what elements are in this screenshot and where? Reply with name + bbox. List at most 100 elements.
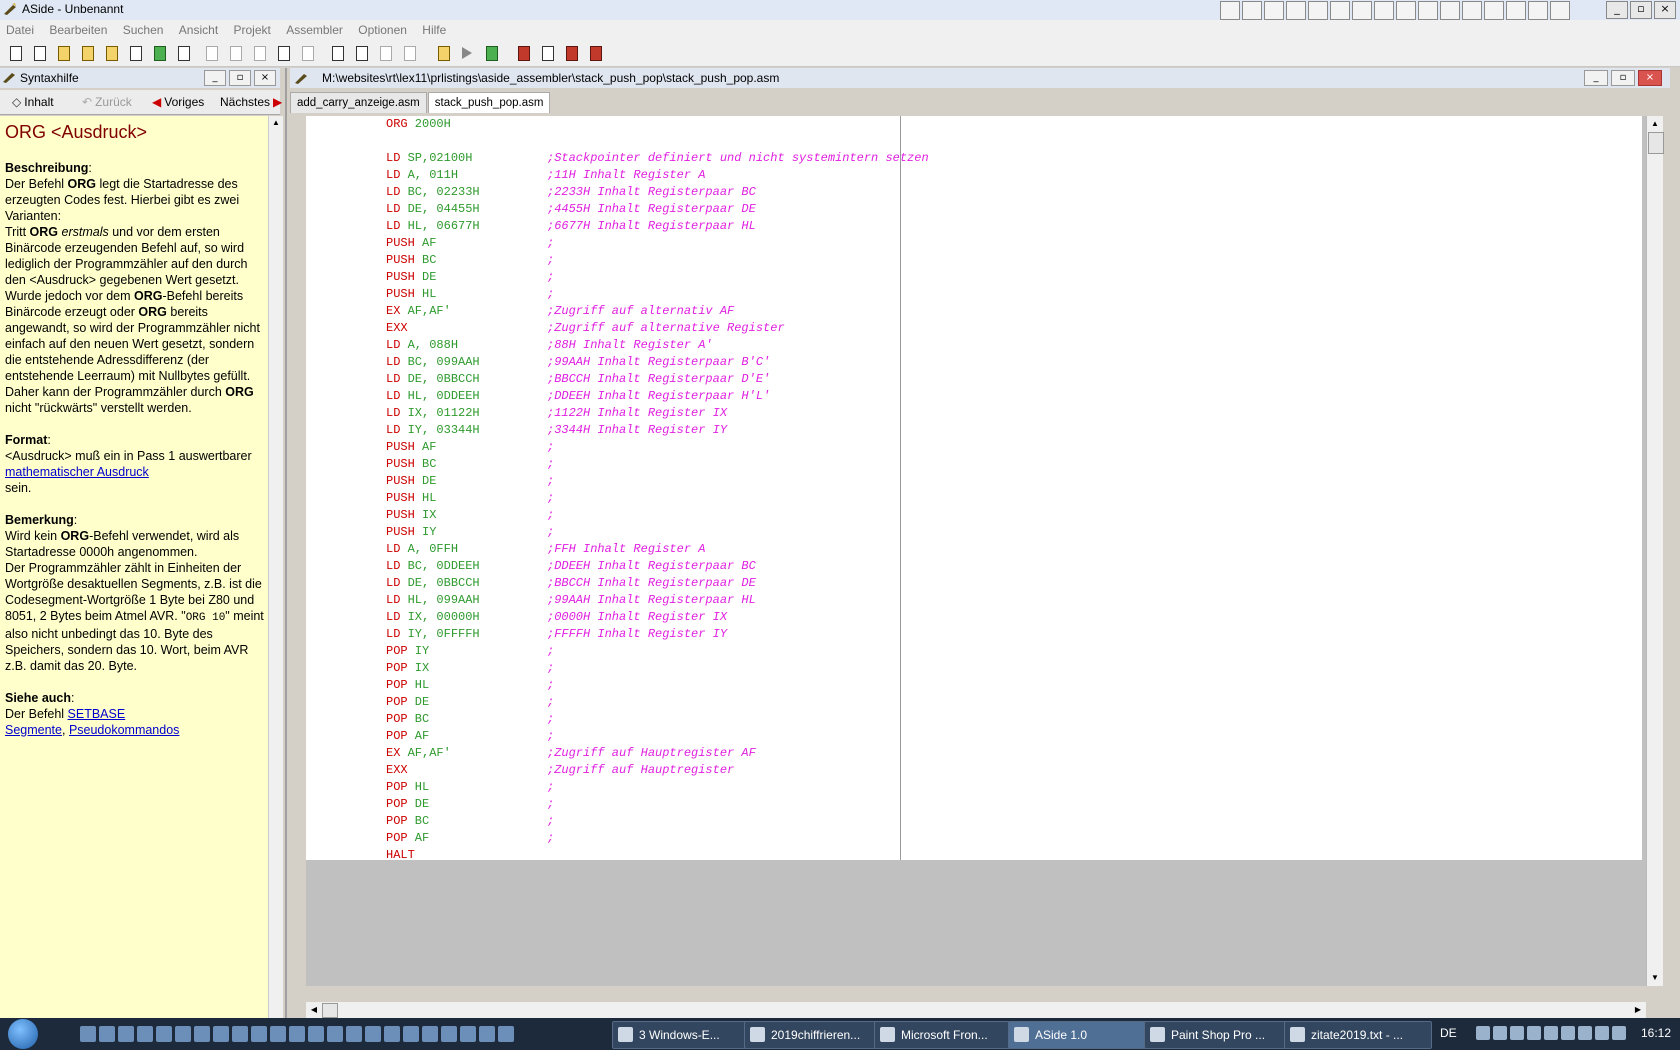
exit-icon[interactable]: [588, 45, 604, 61]
undo-icon[interactable]: [204, 45, 220, 61]
menu-optionen[interactable]: Optionen: [352, 20, 413, 40]
tray-app-icon[interactable]: [1308, 1, 1328, 20]
menu-hilfe[interactable]: Hilfe: [416, 20, 452, 40]
save-icon[interactable]: [128, 45, 144, 61]
help-minimize-button[interactable]: _: [204, 70, 226, 86]
tray-icon[interactable]: [1527, 1026, 1541, 1040]
scroll-right-icon[interactable]: ▶: [1630, 1002, 1646, 1018]
math-expression-link[interactable]: mathematischer Ausdruck: [5, 465, 149, 479]
find-icon[interactable]: [330, 45, 346, 61]
editor-horizontal-scrollbar[interactable]: ◀ ▶: [306, 1002, 1646, 1018]
tray-icon[interactable]: [1561, 1026, 1575, 1040]
new-project-icon[interactable]: [32, 45, 48, 61]
menu-bearbeiten[interactable]: Bearbeiten: [43, 20, 113, 40]
quick-launch-icon[interactable]: [156, 1026, 172, 1042]
tray-icon[interactable]: [1544, 1026, 1558, 1040]
tab-stack-push-pop[interactable]: stack_push_pop.asm: [427, 92, 551, 113]
quick-launch-icon[interactable]: [99, 1026, 115, 1042]
tray-app-icon[interactable]: [1242, 1, 1262, 20]
open-project-icon[interactable]: [80, 45, 96, 61]
scroll-up-icon[interactable]: ▲: [1647, 116, 1663, 132]
tray-app-icon[interactable]: [1286, 1, 1306, 20]
help-maximize-button[interactable]: ▫: [229, 70, 251, 86]
run-icon[interactable]: [460, 45, 476, 61]
segmente-link[interactable]: Segmente: [5, 723, 62, 737]
scroll-thumb[interactable]: [322, 1003, 338, 1018]
minimize-button[interactable]: _: [1606, 1, 1628, 19]
language-indicator[interactable]: DE: [1440, 1026, 1457, 1040]
help-close-button[interactable]: ×: [254, 70, 276, 86]
editor-maximize-button[interactable]: ▫: [1611, 70, 1635, 86]
menu-assembler[interactable]: Assembler: [280, 20, 349, 40]
open-icon[interactable]: [56, 45, 72, 61]
new-file-icon[interactable]: [8, 45, 24, 61]
quick-launch-icon[interactable]: [232, 1026, 248, 1042]
tray-app-icon[interactable]: [1528, 1, 1548, 20]
help-next-button[interactable]: Nächstes ▶: [216, 93, 289, 111]
quick-launch-icon[interactable]: [251, 1026, 267, 1042]
menu-projekt[interactable]: Projekt: [228, 20, 277, 40]
tray-icon[interactable]: [1476, 1026, 1490, 1040]
tray-app-icon[interactable]: [1418, 1, 1438, 20]
tray-icon[interactable]: [1595, 1026, 1609, 1040]
debug-icon[interactable]: [484, 45, 500, 61]
copy-icon[interactable]: [252, 45, 268, 61]
scroll-down-icon[interactable]: ▼: [1647, 970, 1663, 986]
options-icon[interactable]: [516, 45, 532, 61]
print-icon[interactable]: [176, 45, 192, 61]
tray-app-icon[interactable]: [1396, 1, 1416, 20]
task-frontpage[interactable]: Microsoft Fron...: [874, 1021, 1020, 1049]
tray-app-icon[interactable]: [1352, 1, 1372, 20]
quick-launch-icon[interactable]: [365, 1026, 381, 1042]
clock[interactable]: 16:12: [1641, 1026, 1671, 1040]
quick-launch-icon[interactable]: [403, 1026, 419, 1042]
quick-launch-icon[interactable]: [270, 1026, 286, 1042]
quick-launch-icon[interactable]: [441, 1026, 457, 1042]
find-next-icon[interactable]: [378, 45, 394, 61]
quick-launch-icon[interactable]: [213, 1026, 229, 1042]
maximize-button[interactable]: ▫: [1630, 1, 1652, 19]
quick-launch-icon[interactable]: [80, 1026, 96, 1042]
setbase-link[interactable]: SETBASE: [68, 707, 126, 721]
quick-launch-icon[interactable]: [460, 1026, 476, 1042]
tray-app-icon[interactable]: [1440, 1, 1460, 20]
quick-launch-icon[interactable]: [175, 1026, 191, 1042]
editor-close-button[interactable]: ×: [1638, 70, 1662, 86]
save-all-icon[interactable]: [152, 45, 168, 61]
quick-launch-icon[interactable]: [422, 1026, 438, 1042]
code-editor[interactable]: ORG 2000H LD SP,02100H ;Stackpointer defin…: [306, 116, 1646, 986]
cut-icon[interactable]: [228, 45, 244, 61]
assemble-icon[interactable]: [436, 45, 452, 61]
help-previous-button[interactable]: ◀ Voriges: [148, 93, 208, 111]
task-word-document[interactable]: 2019chiffrieren...: [744, 1021, 890, 1049]
quick-launch-icon[interactable]: [308, 1026, 324, 1042]
quick-launch-icon[interactable]: [137, 1026, 153, 1042]
scroll-thumb[interactable]: [1648, 132, 1664, 154]
quick-launch-icon[interactable]: [327, 1026, 343, 1042]
close-button[interactable]: ×: [1654, 1, 1676, 19]
calculator-icon[interactable]: [564, 45, 580, 61]
tray-app-icon[interactable]: [1374, 1, 1394, 20]
quick-launch-icon[interactable]: [194, 1026, 210, 1042]
reopen-icon[interactable]: [104, 45, 120, 61]
delete-icon[interactable]: [300, 45, 316, 61]
tray-app-icon[interactable]: [1220, 1, 1240, 20]
help-back-button[interactable]: ↶ Zurück: [78, 93, 136, 111]
tray-app-icon[interactable]: [1484, 1, 1504, 20]
start-button[interactable]: [8, 1019, 38, 1049]
tray-app-icon[interactable]: [1506, 1, 1526, 20]
tray-app-icon[interactable]: [1330, 1, 1350, 20]
paste-icon[interactable]: [276, 45, 292, 61]
task-notepad[interactable]: zitate2019.txt - ...: [1284, 1021, 1432, 1049]
editor-vertical-scrollbar[interactable]: ▲ ▼: [1646, 116, 1664, 986]
menu-datei[interactable]: Datei: [0, 20, 40, 40]
scroll-left-icon[interactable]: ◀: [306, 1002, 322, 1018]
replace-icon[interactable]: [354, 45, 370, 61]
help-contents-button[interactable]: ◇ Inhalt: [8, 93, 58, 111]
tray-app-icon[interactable]: [1462, 1, 1482, 20]
quick-launch-icon[interactable]: [289, 1026, 305, 1042]
tray-icon[interactable]: [1612, 1026, 1626, 1040]
tray-app-icon[interactable]: [1550, 1, 1570, 20]
pseudokommandos-link[interactable]: Pseudokommandos: [69, 723, 179, 737]
menu-suchen[interactable]: Suchen: [117, 20, 170, 40]
